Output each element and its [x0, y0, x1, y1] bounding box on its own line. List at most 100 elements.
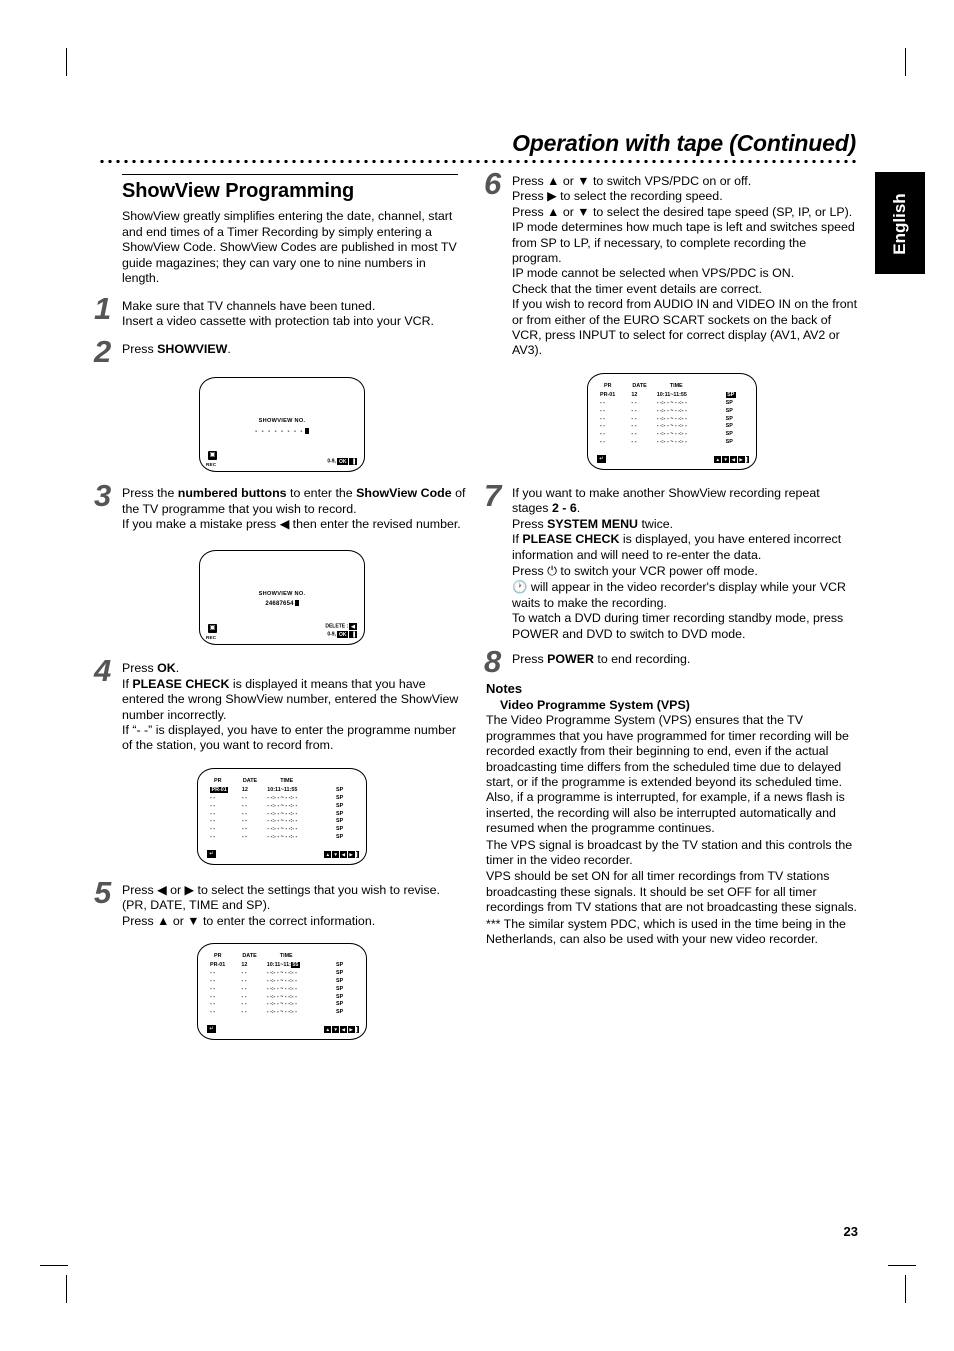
timer2-row-3-pr[interactable]: - - — [210, 977, 241, 985]
timer2-row-2-speed[interactable]: SP — [336, 969, 356, 977]
nav-down-icon[interactable]: ▼ — [332, 850, 340, 858]
timer2-row-4-speed[interactable]: SP — [336, 985, 356, 993]
timer2-row-4-date[interactable]: - - — [241, 985, 266, 993]
timer3-row-4-date[interactable]: - - — [631, 415, 656, 423]
timer3-row-5-time[interactable]: - -:- - ~ - -:- - — [657, 423, 726, 431]
timer-row-5-time[interactable]: - -:- - ~ - -:- - — [267, 817, 336, 825]
nav-enter-icon-2[interactable]: ▌ — [355, 1026, 359, 1034]
timer3-row-7-date[interactable]: - - — [631, 438, 656, 446]
timer2-row-5-speed[interactable]: SP — [336, 993, 356, 1001]
timer2-row-3-speed[interactable]: SP — [336, 977, 356, 985]
timer-row-6-time[interactable]: - -:- - ~ - -:- - — [267, 825, 336, 833]
timer-row-4-speed[interactable]: SP — [336, 810, 356, 818]
timer-row-1-speed[interactable]: SP — [336, 786, 356, 794]
timer3-row-6-speed[interactable]: SP — [726, 430, 746, 438]
timer3-col-time: TIME — [669, 382, 683, 389]
timer2-row-7-speed[interactable]: SP — [336, 1008, 356, 1016]
nav-up-icon-2[interactable]: ▲ — [324, 1026, 332, 1034]
timer3-row-3-time[interactable]: - -:- - ~ - -:- - — [657, 407, 726, 415]
timer-row-2-speed[interactable]: SP — [336, 794, 356, 802]
timer-row-6-pr[interactable]: - - — [210, 825, 242, 833]
timer-row-7-date[interactable]: - - — [242, 833, 267, 841]
nav-up-icon-3[interactable]: ▲ — [714, 455, 722, 463]
timer-row-1-time[interactable]: 10:11~11:55 — [267, 786, 336, 794]
timer3-row-2-date[interactable]: - - — [631, 399, 656, 407]
nav-up-icon[interactable]: ▲ — [324, 850, 332, 858]
timer-row-2-date[interactable]: - - — [242, 794, 267, 802]
timer3-row-4-speed[interactable]: SP — [726, 415, 746, 423]
timer2-row-5-pr[interactable]: - - — [210, 993, 241, 1001]
timer-row-5-pr[interactable]: - - — [210, 817, 242, 825]
timer-row-3-time[interactable]: - -:- - ~ - -:- - — [267, 802, 336, 810]
timer3-row-3-speed[interactable]: SP — [726, 407, 746, 415]
timer-row-5-speed[interactable]: SP — [336, 817, 356, 825]
timer-row-4-time[interactable]: - -:- - ~ - -:- - — [267, 810, 336, 818]
timer3-row-6-date[interactable]: - - — [631, 430, 656, 438]
timer3-row-2-pr[interactable]: - - — [600, 399, 631, 407]
timer-row-1-pr[interactable]: PR-01 — [210, 787, 229, 794]
nav-left-icon-3[interactable]: ◀ — [729, 455, 737, 463]
timer2-row-3-date[interactable]: - - — [241, 977, 266, 985]
timer-row-2-time[interactable]: - -:- - ~ - -:- - — [267, 794, 336, 802]
timer-row-6-date[interactable]: - - — [242, 825, 267, 833]
timer2-row-7-pr[interactable]: - - — [210, 1008, 241, 1016]
nav-left-icon-2[interactable]: ◀ — [339, 1026, 347, 1034]
timer3-row-3-pr[interactable]: - - — [600, 407, 631, 415]
nav-enter-icon-3[interactable]: ▌ — [745, 455, 749, 463]
timer2-row-5-date[interactable]: - - — [241, 993, 266, 1001]
timer-row-7-time[interactable]: - -:- - ~ - -:- - — [267, 833, 336, 841]
timer-row-4-pr[interactable]: - - — [210, 810, 242, 818]
timer2-row-6-pr[interactable]: - - — [210, 1000, 241, 1008]
nav-enter-icon[interactable]: ▌ — [355, 850, 359, 858]
timer2-row-1-time-highlight[interactable]: 55 — [290, 962, 300, 969]
timer3-row-7-speed[interactable]: SP — [726, 438, 746, 446]
timer3-row-2-time[interactable]: - -:- - ~ - -:- - — [657, 399, 726, 407]
timer-row-7-speed[interactable]: SP — [336, 833, 356, 841]
timer3-row-1-date[interactable]: 12 — [631, 391, 656, 399]
timer2-row-6-date[interactable]: - - — [241, 1000, 266, 1008]
timer-row-4-date[interactable]: - - — [242, 810, 267, 818]
timer2-row-3-time[interactable]: - -:- - ~ - -:- - — [267, 977, 336, 985]
timer2-row-1-pr[interactable]: PR-01 — [210, 962, 241, 970]
timer3-row-7-time[interactable]: - -:- - ~ - -:- - — [657, 438, 726, 446]
timer3-row-7-pr[interactable]: - - — [600, 438, 631, 446]
timer2-row-1-speed[interactable]: SP — [336, 962, 356, 970]
timer-row-3-date[interactable]: - - — [242, 802, 267, 810]
timer2-row-6-speed[interactable]: SP — [336, 1000, 356, 1008]
nav-down-icon-2[interactable]: ▼ — [332, 1026, 340, 1034]
timer3-row-4-pr[interactable]: - - — [600, 415, 631, 423]
timer3-row-1-speed[interactable]: SP — [725, 392, 736, 399]
timer3-row-1-pr[interactable]: PR-01 — [600, 391, 631, 399]
timer2-row-7-date[interactable]: - - — [241, 1008, 266, 1016]
timer3-row-6-time[interactable]: - -:- - ~ - -:- - — [657, 430, 726, 438]
timer3-row-4-time[interactable]: - -:- - ~ - -:- - — [657, 415, 726, 423]
timer3-row-3-date[interactable]: - - — [631, 407, 656, 415]
nav-right-icon[interactable]: ▶ — [347, 850, 355, 858]
timer2-row-4-time[interactable]: - -:- - ~ - -:- - — [267, 985, 336, 993]
timer2-row-6-time[interactable]: - -:- - ~ - -:- - — [267, 1000, 336, 1008]
nav-right-icon-3[interactable]: ▶ — [737, 455, 745, 463]
timer2-row-4-pr[interactable]: - - — [210, 985, 241, 993]
timer-row-7-pr[interactable]: - - — [210, 833, 242, 841]
nav-down-icon-3[interactable]: ▼ — [722, 455, 730, 463]
nav-left-icon[interactable]: ◀ — [339, 850, 347, 858]
timer3-row-5-speed[interactable]: SP — [726, 423, 746, 431]
timer3-row-5-pr[interactable]: - - — [600, 423, 631, 431]
timer-row-2-pr[interactable]: - - — [210, 794, 242, 802]
timer3-row-2-speed[interactable]: SP — [726, 399, 746, 407]
nav-right-icon-2[interactable]: ▶ — [347, 1026, 355, 1034]
timer-row-3-speed[interactable]: SP — [336, 802, 356, 810]
timer2-row-2-time[interactable]: - -:- - ~ - -:- - — [267, 969, 336, 977]
timer3-row-1-time[interactable]: 10:11~11:55 — [657, 391, 726, 399]
timer2-row-2-date[interactable]: - - — [241, 969, 266, 977]
timer2-row-2-pr[interactable]: - - — [210, 969, 241, 977]
timer-row-1-date[interactable]: 12 — [242, 786, 267, 794]
timer2-row-5-time[interactable]: - -:- - ~ - -:- - — [267, 993, 336, 1001]
timer-row-3-pr[interactable]: - - — [210, 802, 242, 810]
timer3-row-6-pr[interactable]: - - — [600, 430, 631, 438]
timer2-row-7-time[interactable]: - -:- - ~ - -:- - — [267, 1008, 336, 1016]
timer3-row-5-date[interactable]: - - — [631, 423, 656, 431]
timer-row-5-date[interactable]: - - — [242, 817, 267, 825]
timer2-row-1-date[interactable]: 12 — [241, 962, 266, 970]
timer-row-6-speed[interactable]: SP — [336, 825, 356, 833]
